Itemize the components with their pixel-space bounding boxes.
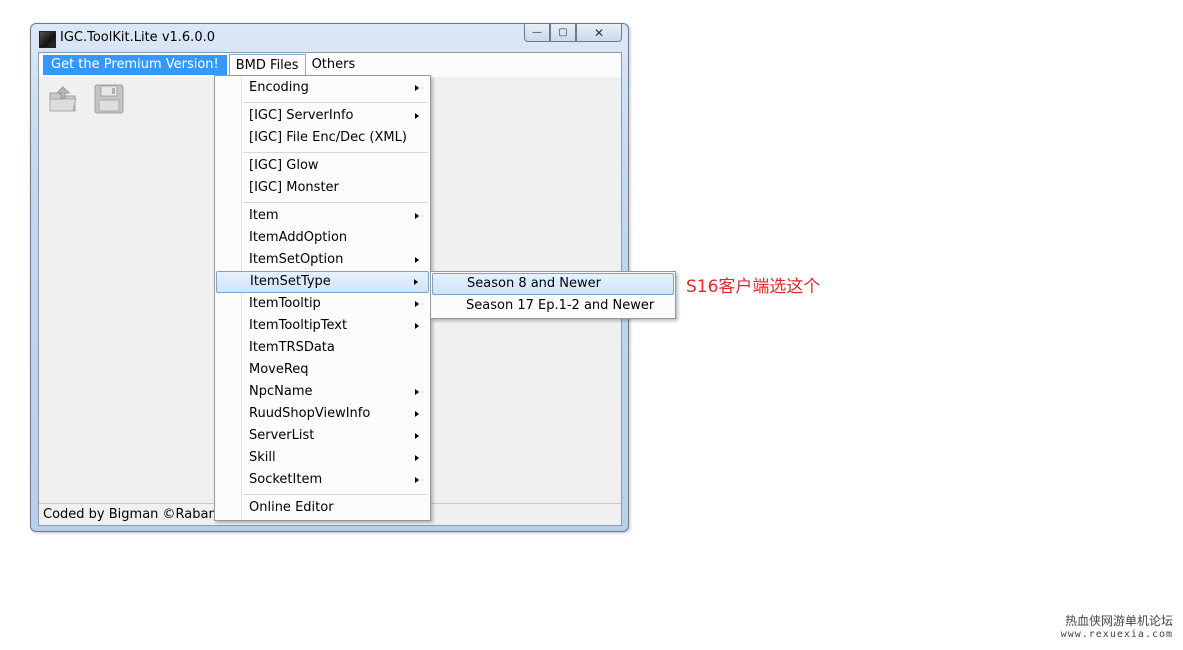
app-icon bbox=[39, 31, 56, 48]
minimize-icon: — bbox=[532, 27, 542, 38]
menu-item-label: Skill bbox=[249, 450, 276, 465]
menu-item-itemsetoption[interactable]: ItemSetOption bbox=[216, 249, 429, 271]
menu-item-label: SocketItem bbox=[249, 472, 323, 487]
menu-item-label: ItemSetType bbox=[250, 274, 331, 289]
menu-item-igc-monster[interactable]: [IGC] Monster bbox=[216, 177, 429, 199]
maximize-icon: ▢ bbox=[558, 27, 568, 38]
submenu-arrow-icon bbox=[415, 433, 419, 439]
watermark: 热血侠网游单机论坛 www.rexuexia.com bbox=[1061, 614, 1173, 642]
menu-item-itemtooltip[interactable]: ItemTooltip bbox=[216, 293, 429, 315]
submenu-arrow-icon bbox=[414, 279, 418, 285]
folder-open-icon[interactable] bbox=[47, 83, 79, 115]
menu-bar: Get the Premium Version! BMD Files Other… bbox=[39, 53, 621, 77]
submenu-item-season-17[interactable]: Season 17 Ep.1-2 and Newer bbox=[432, 295, 674, 317]
menu-item-npcname[interactable]: NpcName bbox=[216, 381, 429, 403]
menu-item-label: [IGC] ServerInfo bbox=[249, 108, 354, 123]
menu-item-label: Encoding bbox=[249, 80, 309, 95]
floppy-save-icon[interactable] bbox=[93, 83, 125, 115]
submenu-item-label: Season 8 and Newer bbox=[467, 276, 602, 291]
watermark-url: www.rexuexia.com bbox=[1060, 629, 1173, 640]
minimize-button[interactable]: — bbox=[524, 24, 550, 42]
menu-item-label: ItemTooltip bbox=[249, 296, 321, 311]
menu-item-label: MoveReq bbox=[249, 362, 309, 377]
menu-item-label: [IGC] Glow bbox=[249, 158, 319, 173]
menu-item-label: [IGC] File Enc/Dec (XML) bbox=[249, 130, 407, 145]
submenu-arrow-icon bbox=[415, 323, 419, 329]
annotation-text: S16客户端选这个 bbox=[686, 277, 821, 297]
submenu-item-label: Season 17 Ep.1-2 and Newer bbox=[466, 298, 655, 313]
menu-item-label: ItemAddOption bbox=[249, 230, 348, 245]
menu-item-label: NpcName bbox=[249, 384, 313, 399]
watermark-title: 热血侠网游单机论坛 bbox=[1064, 614, 1173, 628]
submenu-arrow-icon bbox=[415, 257, 419, 263]
maximize-button[interactable]: ▢ bbox=[550, 24, 576, 42]
menu-item-itemaddoption[interactable]: ItemAddOption bbox=[216, 227, 429, 249]
menu-item-movereq[interactable]: MoveReq bbox=[216, 359, 429, 381]
menu-item-itemsettype[interactable]: ItemSetType bbox=[216, 271, 429, 293]
menu-others[interactable]: Others bbox=[306, 54, 362, 77]
menu-item-label: ItemTRSData bbox=[249, 340, 335, 355]
menu-item-skill[interactable]: Skill bbox=[216, 447, 429, 469]
menu-separator bbox=[243, 102, 428, 103]
menu-item-label: [IGC] Monster bbox=[249, 180, 339, 195]
status-text: Coded by Bigman ©RabanSoft bbox=[43, 507, 243, 522]
menu-item-label: Item bbox=[249, 208, 279, 223]
menu-bmd-files[interactable]: BMD Files bbox=[228, 54, 306, 77]
menu-item-socketitem[interactable]: SocketItem bbox=[216, 469, 429, 491]
menu-separator bbox=[243, 494, 428, 495]
itemsettype-submenu: Season 8 and Newer Season 17 Ep.1-2 and … bbox=[430, 271, 676, 319]
menu-item-item[interactable]: Item bbox=[216, 205, 429, 227]
menu-separator bbox=[243, 202, 428, 203]
menu-item-ruudshopviewinfo[interactable]: RuudShopViewInfo bbox=[216, 403, 429, 425]
menu-item-label: RuudShopViewInfo bbox=[249, 406, 371, 421]
menu-item-serverlist[interactable]: ServerList bbox=[216, 425, 429, 447]
submenu-arrow-icon bbox=[415, 113, 419, 119]
submenu-arrow-icon bbox=[415, 411, 419, 417]
submenu-arrow-icon bbox=[415, 389, 419, 395]
submenu-arrow-icon bbox=[415, 477, 419, 483]
premium-menu-item[interactable]: Get the Premium Version! bbox=[43, 55, 227, 75]
close-button[interactable]: ✕ bbox=[576, 24, 622, 42]
menu-item-itemtooltiptext[interactable]: ItemTooltipText bbox=[216, 315, 429, 337]
menu-item-label: Online Editor bbox=[249, 500, 334, 515]
submenu-arrow-icon bbox=[415, 85, 419, 91]
submenu-item-season-8[interactable]: Season 8 and Newer bbox=[432, 273, 674, 295]
window-title: IGC.ToolKit.Lite v1.6.0.0 bbox=[60, 30, 215, 45]
title-bar[interactable]: IGC.ToolKit.Lite v1.6.0.0 — ▢ ✕ bbox=[31, 24, 628, 52]
close-icon: ✕ bbox=[593, 25, 605, 40]
bmd-files-dropdown: Encoding [IGC] ServerInfo [IGC] File Enc… bbox=[214, 75, 431, 521]
menu-item-label: ServerList bbox=[249, 428, 315, 443]
submenu-arrow-icon bbox=[415, 455, 419, 461]
menu-item-encoding[interactable]: Encoding bbox=[216, 77, 429, 99]
menu-separator bbox=[243, 152, 428, 153]
menu-item-itemtrsdata[interactable]: ItemTRSData bbox=[216, 337, 429, 359]
menu-item-igc-file-encdec[interactable]: [IGC] File Enc/Dec (XML) bbox=[216, 127, 429, 149]
menu-item-online-editor[interactable]: Online Editor bbox=[216, 497, 429, 519]
submenu-arrow-icon bbox=[415, 213, 419, 219]
menu-item-igc-glow[interactable]: [IGC] Glow bbox=[216, 155, 429, 177]
menu-item-label: ItemSetOption bbox=[249, 252, 344, 267]
caption-buttons: — ▢ ✕ bbox=[524, 24, 622, 44]
submenu-arrow-icon bbox=[415, 301, 419, 307]
menu-item-label: ItemTooltipText bbox=[249, 318, 348, 333]
menu-item-igc-serverinfo[interactable]: [IGC] ServerInfo bbox=[216, 105, 429, 127]
